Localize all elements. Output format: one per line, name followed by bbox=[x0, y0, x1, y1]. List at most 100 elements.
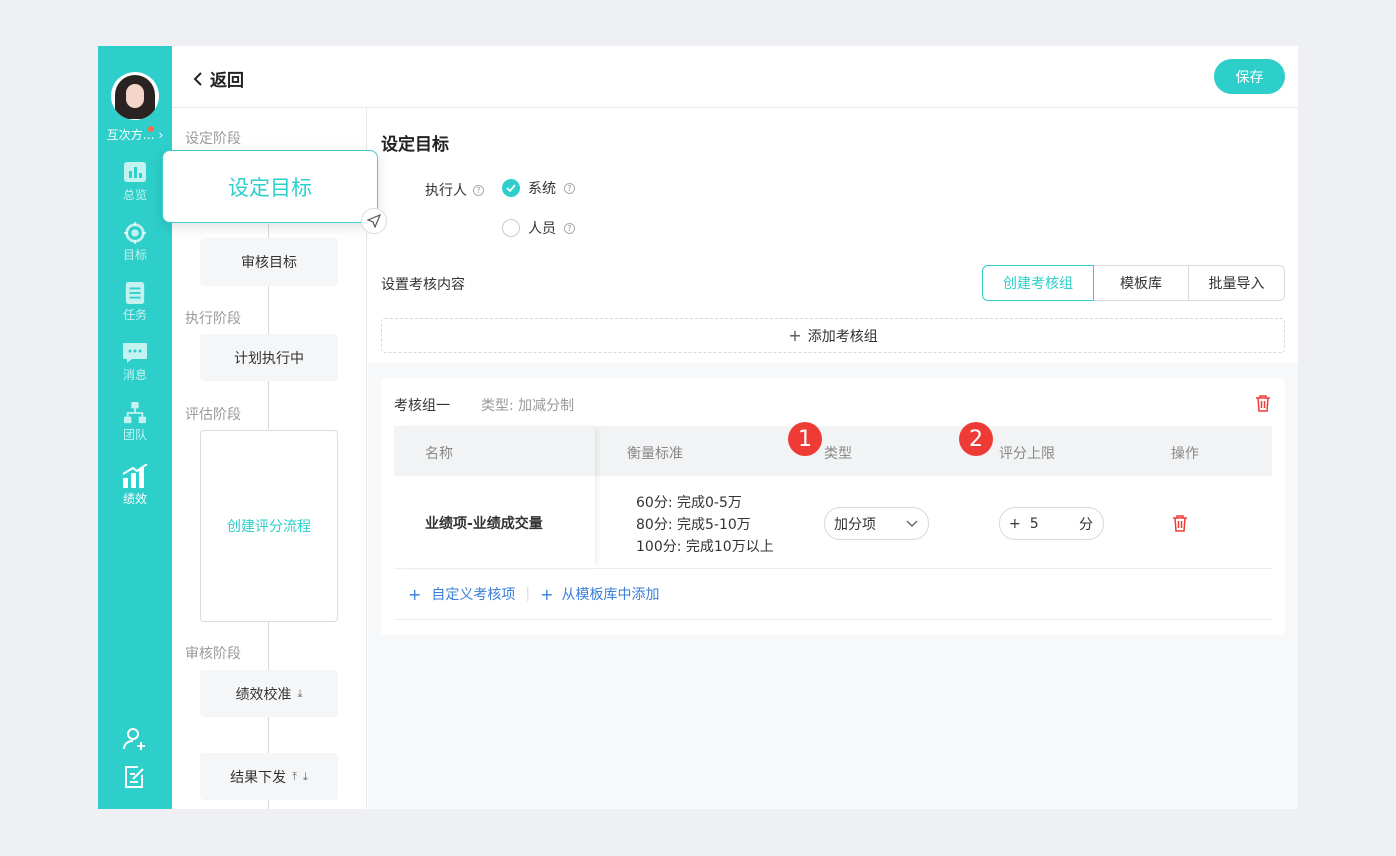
step-label: 创建评分流程 bbox=[227, 519, 311, 535]
target-settings-panel: 设定目标 执行人 ? 系统 ? 人员 ? 设置考核内容 创建考核组 模板库 批量… bbox=[368, 108, 1298, 362]
stage-label-exec: 执行阶段 bbox=[185, 311, 241, 327]
connector bbox=[268, 622, 269, 670]
header: 返回 保存 bbox=[172, 46, 1298, 108]
step-label: 计划执行中 bbox=[234, 350, 304, 367]
help-icon[interactable]: ? bbox=[564, 222, 575, 234]
task-list-icon bbox=[125, 282, 145, 304]
radio-system[interactable]: 系统 ? bbox=[502, 178, 575, 198]
connector bbox=[268, 286, 269, 334]
nav-item-overview[interactable]: 总览 bbox=[98, 162, 172, 203]
nav-label: 目标 bbox=[122, 248, 147, 262]
type-select[interactable]: 加分项 bbox=[824, 507, 929, 540]
template-item-link[interactable]: + 从模板库中添加 bbox=[540, 584, 659, 604]
custom-item-link[interactable]: + 自定义考核项 bbox=[408, 584, 515, 604]
col-score-limit: 评分上限 bbox=[999, 446, 1055, 462]
chart-bar-icon bbox=[124, 162, 146, 182]
nav-label: 消息 bbox=[122, 368, 147, 382]
add-member-button[interactable] bbox=[98, 726, 172, 752]
add-group-button[interactable]: + 添加考核组 bbox=[381, 318, 1285, 353]
help-icon[interactable]: ? bbox=[564, 182, 575, 194]
send-icon[interactable] bbox=[361, 208, 387, 234]
edit-note-icon bbox=[125, 766, 144, 788]
chevron-right-icon: › bbox=[158, 128, 164, 142]
stage-label-setup: 设定阶段 bbox=[185, 131, 241, 147]
link-label: 从模板库中添加 bbox=[561, 587, 660, 603]
nav-item-task[interactable]: 任务 bbox=[98, 282, 172, 323]
left-nav: 互次方… › 总览 目标 任务 消息 团队 绩效 bbox=[98, 46, 172, 809]
trash-icon bbox=[1256, 395, 1270, 412]
popup-label: 设定目标 bbox=[228, 175, 312, 200]
step-calibration[interactable]: 绩效校准 ⤓ bbox=[200, 670, 338, 717]
current-step-popup[interactable]: 设定目标 bbox=[162, 150, 378, 223]
group-title: 考核组一 bbox=[394, 398, 450, 414]
connector bbox=[268, 800, 269, 809]
radio-label: 人员 bbox=[528, 221, 556, 237]
message-icon bbox=[123, 343, 147, 363]
arrow-up-icon: ⤒ bbox=[292, 769, 297, 783]
criteria-line: 60分: 完成0-5万 bbox=[636, 495, 742, 511]
tab-batch-import[interactable]: 批量导入 bbox=[1188, 265, 1285, 301]
select-value: 加分项 bbox=[834, 516, 876, 533]
stage-label-audit: 审核阶段 bbox=[185, 646, 241, 662]
executor-text: 执行人 bbox=[425, 183, 467, 199]
step-review-target[interactable]: 审核目标 bbox=[200, 238, 338, 286]
plus-icon: + bbox=[788, 326, 802, 345]
tab-create-group[interactable]: 创建考核组 bbox=[982, 265, 1094, 301]
executor-label: 执行人 ? bbox=[425, 180, 484, 200]
main-content: 设定目标 执行人 ? 系统 ? 人员 ? 设置考核内容 创建考核组 模板库 批量… bbox=[368, 108, 1298, 809]
avatar[interactable] bbox=[111, 72, 159, 120]
assessment-group-card: 考核组一 类型: 加减分制 名称 衡量标准 类型 评分上限 操作 业绩项-业绩成… bbox=[381, 378, 1285, 635]
step-label: 审核目标 bbox=[241, 255, 297, 271]
nav-label: 总览 bbox=[122, 188, 147, 202]
user-switcher[interactable]: 互次方… › bbox=[98, 126, 172, 143]
notification-dot bbox=[148, 126, 154, 132]
delete-group-button[interactable] bbox=[1255, 394, 1271, 416]
save-button[interactable]: 保存 bbox=[1214, 59, 1285, 94]
divider bbox=[394, 619, 1272, 620]
group-type: 类型: 加减分制 bbox=[481, 398, 575, 414]
add-user-icon bbox=[123, 728, 145, 750]
nav-label: 绩效 bbox=[122, 492, 147, 506]
nav-item-goal[interactable]: 目标 bbox=[98, 222, 172, 263]
nav-label: 任务 bbox=[122, 308, 147, 322]
radio-label: 系统 bbox=[528, 181, 556, 197]
criteria-line: 100分: 完成10万以上 bbox=[636, 539, 774, 555]
step-label: 绩效校准 bbox=[235, 686, 292, 703]
col-actions: 操作 bbox=[1171, 446, 1199, 462]
content-label: 设置考核内容 bbox=[381, 277, 465, 293]
nav-item-message[interactable]: 消息 bbox=[98, 342, 172, 383]
edit-button[interactable] bbox=[98, 764, 172, 790]
radio-unchecked-icon[interactable] bbox=[502, 219, 520, 237]
col-criteria: 衡量标准 bbox=[627, 446, 683, 462]
divider: | bbox=[525, 586, 531, 602]
col-type: 类型 bbox=[824, 446, 852, 462]
step-plan-exec[interactable]: 计划执行中 bbox=[200, 334, 338, 381]
app-window: 互次方… › 总览 目标 任务 消息 团队 绩效 返回 保存 设定阶段 审核目标… bbox=[98, 46, 1298, 809]
score-unit: 分 bbox=[1079, 516, 1093, 533]
criteria-line: 80分: 完成5-10万 bbox=[636, 517, 751, 533]
nav-label: 团队 bbox=[122, 428, 147, 442]
nav-item-performance[interactable]: 绩效 bbox=[98, 464, 172, 507]
tab-template-library[interactable]: 模板库 bbox=[1093, 265, 1189, 301]
chevron-left-icon bbox=[193, 71, 202, 86]
connector bbox=[268, 717, 269, 753]
link-label: 自定义考核项 bbox=[431, 587, 516, 603]
page-title: 设定目标 bbox=[381, 135, 449, 155]
add-group-label: 添加考核组 bbox=[807, 328, 878, 345]
back-button[interactable]: 返回 bbox=[192, 66, 244, 91]
score-sign: + bbox=[1009, 515, 1021, 532]
radio-checked-icon[interactable] bbox=[502, 179, 520, 197]
radio-person[interactable]: 人员 ? bbox=[502, 218, 575, 238]
step-create-scoring-flow[interactable]: 创建评分流程 bbox=[200, 430, 338, 622]
back-label: 返回 bbox=[210, 71, 244, 91]
annotation-badge-1: 1 bbox=[788, 422, 822, 456]
team-icon bbox=[124, 402, 146, 424]
nav-item-team[interactable]: 团队 bbox=[98, 402, 172, 443]
help-icon[interactable]: ? bbox=[473, 184, 484, 196]
step-result-issue[interactable]: 结果下发 ⤒ ⤓ bbox=[200, 753, 338, 800]
delete-row-button[interactable] bbox=[1172, 514, 1188, 536]
chevron-down-icon bbox=[906, 520, 918, 527]
score-limit-input[interactable]: + 5 分 bbox=[999, 507, 1104, 540]
arrow-down-icon: ⤓ bbox=[303, 769, 308, 783]
connector bbox=[268, 381, 269, 429]
